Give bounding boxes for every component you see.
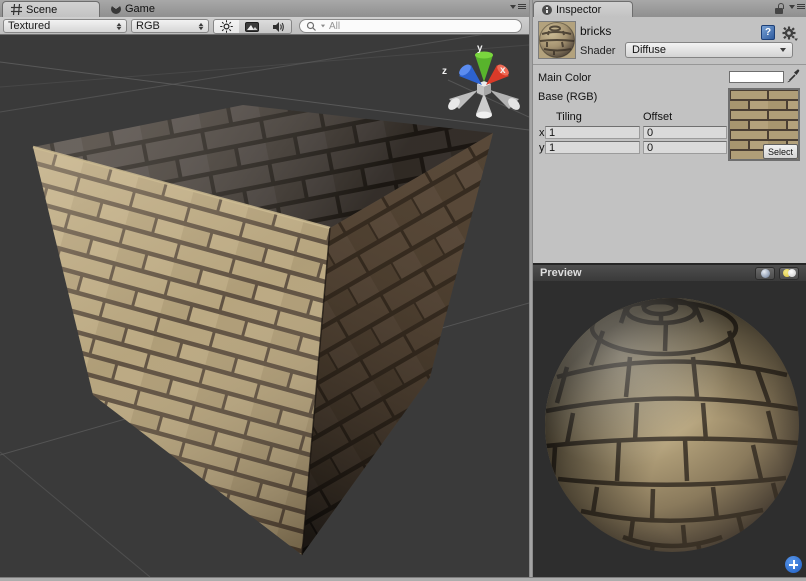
tab-inspector[interactable]: Inspector — [533, 1, 633, 17]
updown-arrows-icon — [199, 22, 204, 29]
select-button-label: Select — [768, 147, 793, 157]
chevron-down-icon — [789, 5, 795, 9]
tab-game-label: Game — [125, 3, 155, 15]
gizmo-z-label: z — [442, 66, 447, 77]
tiling-y-label: y — [539, 142, 545, 154]
grid-icon — [11, 4, 22, 15]
material-properties: Main Color Base (RGB) — [533, 65, 806, 263]
search-filter-chevron-icon — [321, 25, 325, 28]
scene-search-field[interactable]: All — [299, 19, 522, 33]
preview-sphere-toggle-button[interactable] — [755, 267, 775, 280]
sun-icon — [220, 20, 233, 33]
unity-editor-window: Scene Game Textured RGB — [0, 0, 806, 581]
base-rgb-label: Base (RGB) — [538, 91, 597, 103]
shader-value: Diffuse — [632, 44, 780, 56]
tab-scene[interactable]: Scene — [2, 1, 100, 17]
preview-area[interactable] — [533, 281, 806, 577]
preview-header[interactable]: Preview — [533, 263, 806, 281]
pacman-icon — [111, 4, 121, 14]
color-mode-value: RGB — [136, 20, 194, 32]
tab-scene-label: Scene — [26, 4, 57, 16]
main-color-swatch[interactable] — [729, 71, 784, 83]
updown-arrows-icon — [117, 22, 122, 29]
tiling-y-value: 1 — [549, 142, 555, 154]
render-paths-button[interactable] — [239, 19, 266, 34]
offset-header: Offset — [643, 111, 672, 123]
offset-x-field[interactable]: 0 — [643, 126, 727, 139]
preview-lighting-toggle-button[interactable] — [779, 267, 799, 280]
window-bottom-edge — [0, 577, 806, 581]
menu-icon — [518, 4, 526, 9]
scene-tabstrip: Scene Game — [0, 0, 529, 17]
scene-gizmo[interactable]: y x z — [442, 43, 522, 119]
eyedropper-button[interactable] — [787, 69, 800, 86]
shader-label: Shader — [580, 45, 615, 57]
material-sphere-preview — [539, 22, 575, 58]
offset-y-field[interactable]: 0 — [643, 141, 727, 154]
scene-panel: Scene Game Textured RGB — [0, 0, 529, 577]
plus-icon — [789, 560, 798, 569]
inspector-panel-menu-button[interactable] — [789, 4, 805, 9]
preview-title: Preview — [540, 267, 582, 279]
add-button[interactable] — [785, 556, 802, 573]
gizmo-y-label: y — [477, 43, 483, 54]
select-texture-button[interactable]: Select — [763, 144, 798, 159]
material-thumbnail[interactable] — [538, 21, 576, 59]
tab-game[interactable]: Game — [103, 1, 163, 17]
help-book-icon — [761, 25, 775, 40]
scene-3d-render: y x z — [0, 35, 529, 577]
preview-sphere-render — [533, 281, 806, 577]
gizmo-x-label: x — [500, 65, 506, 76]
audio-icon — [272, 21, 285, 33]
main-color-label: Main Color — [538, 72, 591, 84]
inspector-panel: Inspector — [533, 0, 806, 577]
tiling-x-value: 1 — [549, 127, 555, 139]
material-name: bricks — [580, 24, 611, 38]
offset-y-value: 0 — [647, 142, 653, 154]
gear-icon — [782, 26, 798, 41]
eyedropper-icon — [787, 69, 800, 83]
lighting-toggle-button[interactable] — [213, 19, 240, 34]
color-mode-dropdown[interactable]: RGB — [131, 19, 209, 33]
tiling-y-field[interactable]: 1 — [545, 141, 640, 154]
tiling-x-field[interactable]: 1 — [545, 126, 640, 139]
settings-button[interactable] — [782, 26, 798, 46]
inspector-tabstrip: Inspector — [533, 0, 806, 17]
audio-toggle-button[interactable] — [265, 19, 292, 34]
scene-toolbar: Textured RGB — [0, 17, 529, 35]
search-filter-value: All — [329, 21, 340, 32]
search-icon — [306, 21, 317, 32]
chevron-down-icon — [510, 5, 516, 9]
info-icon — [542, 5, 552, 15]
chevron-down-icon — [780, 48, 786, 52]
gizmo-z-axis[interactable] — [457, 62, 482, 85]
offset-x-value: 0 — [647, 127, 653, 139]
two-lights-icon — [783, 269, 796, 277]
tiling-x-label: x — [539, 127, 545, 139]
image-icon — [245, 22, 259, 32]
material-header: bricks Shader Diffuse — [533, 17, 806, 65]
render-mode-value: Textured — [8, 20, 112, 32]
scene-panel-menu-button[interactable] — [510, 4, 526, 9]
menu-icon — [797, 4, 805, 9]
tab-inspector-label: Inspector — [556, 4, 601, 16]
tiling-header: Tiling — [556, 111, 582, 123]
render-mode-dropdown[interactable]: Textured — [3, 19, 127, 33]
gizmo-x-axis[interactable] — [486, 62, 511, 85]
scene-viewport[interactable]: y x z — [0, 35, 529, 577]
help-button[interactable] — [761, 25, 775, 40]
sphere-icon — [761, 269, 770, 278]
brick-cube[interactable] — [33, 105, 493, 555]
base-texture-thumbnail[interactable]: Select — [728, 88, 800, 161]
shader-dropdown[interactable]: Diffuse — [625, 42, 793, 58]
